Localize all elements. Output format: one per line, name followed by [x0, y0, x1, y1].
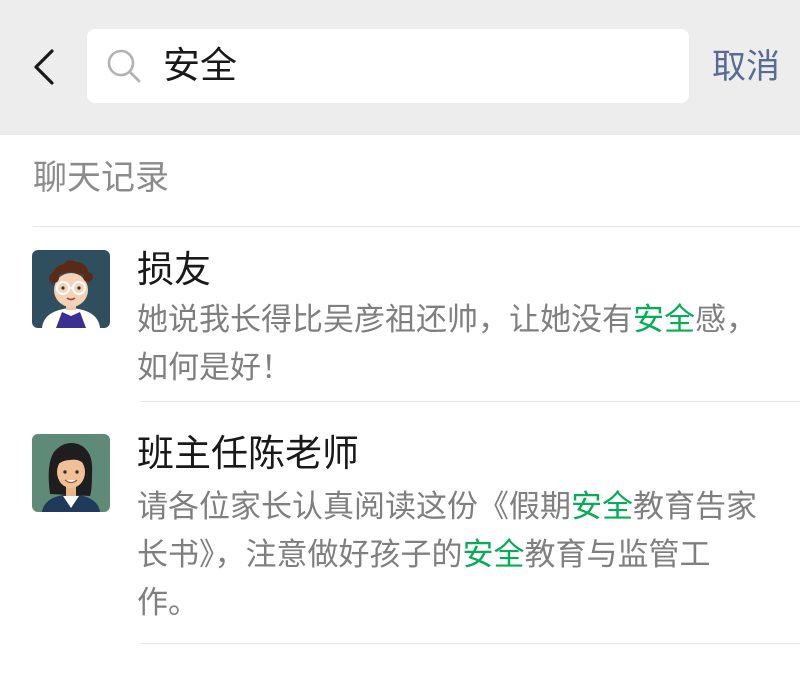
avatar	[32, 250, 110, 328]
result-snippet: 请各位家长认真阅读这份《假期安全教育告家长书》，注意做好孩子的安全教育与监管工作…	[137, 489, 757, 621]
result-name: 损友	[137, 248, 211, 291]
avatar-boy-glasses-image	[32, 250, 110, 328]
back-button[interactable]	[22, 42, 66, 92]
result-name: 班主任陈老师	[137, 432, 359, 475]
list-item[interactable]: 损友 她说我长得比吴彦祖还帅，让她没有安全感，如何是好！	[0, 227, 800, 401]
cancel-button[interactable]: 取消	[712, 40, 780, 94]
result-snippet: 她说我长得比吴彦祖还帅，让她没有安全感，如何是好！	[137, 302, 757, 386]
search-box[interactable]	[87, 29, 689, 103]
list-item[interactable]: 班主任陈老师 请各位家长认真阅读这份《假期安全教育告家长书》，注意做好孩子的安全…	[0, 402, 800, 644]
avatar	[32, 434, 110, 512]
keyword-highlight: 安全	[571, 489, 633, 525]
keyword-highlight: 安全	[462, 537, 525, 573]
chevron-left-icon	[34, 49, 54, 85]
search-icon	[107, 49, 141, 83]
avatar-teacher-image	[32, 434, 110, 512]
divider	[141, 643, 800, 644]
section-title: 聊天记录	[33, 158, 169, 198]
keyword-highlight: 安全	[633, 302, 695, 338]
search-header: 取消	[0, 0, 800, 135]
search-input[interactable]	[163, 39, 663, 93]
